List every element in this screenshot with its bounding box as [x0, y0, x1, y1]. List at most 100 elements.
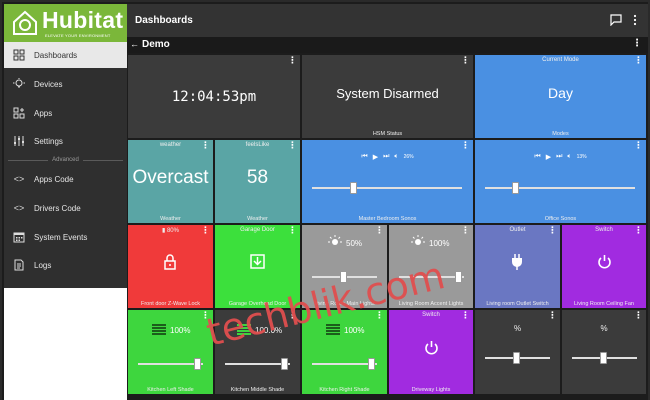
- shade-value: 100%: [344, 326, 365, 335]
- tile-menu-icon[interactable]: ⋮: [375, 226, 384, 235]
- tile-label: Modes: [552, 131, 569, 137]
- tile-label: Master Bedroom Sonos: [358, 216, 417, 222]
- previous-icon[interactable]: ⏮: [534, 153, 540, 161]
- volume-slider-knob[interactable]: [350, 182, 357, 194]
- sidebar-item-logs[interactable]: Logs: [4, 252, 127, 278]
- tile-top-label: Switch: [422, 312, 440, 318]
- tile-label: HSM Status: [372, 131, 403, 137]
- volume-value: 26%: [403, 154, 414, 160]
- sidebar-item-label: Apps: [34, 108, 53, 118]
- sidebar-item-settings[interactable]: Settings: [4, 128, 127, 154]
- sidebar-item-apps-code[interactable]: <> Apps Code: [4, 166, 127, 192]
- tile-label: Living Room Ceiling Fan: [574, 301, 634, 307]
- brand-tagline: ELEVATE YOUR ENVIRONMENT: [45, 33, 111, 38]
- shade-icon: [152, 324, 166, 335]
- shade-slider-knob[interactable]: [194, 358, 201, 370]
- tile-driveway-lights[interactable]: ⋮ Switch Driveway Lights: [389, 310, 473, 394]
- sidebar-item-label: System Events: [34, 232, 88, 242]
- tile-dimmer-1[interactable]: ⋮ %: [475, 310, 560, 394]
- level-slider-knob[interactable]: [600, 352, 607, 364]
- clock-value: 12:04:53pm: [171, 89, 257, 105]
- tile-front-door-lock[interactable]: ⋮ ▮ 80% Front door Z-Wave Lock: [128, 225, 213, 308]
- code-icon: <>: [13, 174, 25, 184]
- calendar-icon: [12, 230, 26, 244]
- shade-value: 100%: [170, 326, 191, 335]
- tile-menu-icon[interactable]: ⋮: [548, 311, 557, 320]
- tile-top-label: Current Mode: [542, 57, 579, 63]
- sidebar-item-drivers-code[interactable]: <> Drivers Code: [4, 195, 127, 221]
- tile-living-room-ceiling-fan[interactable]: ⋮ Switch Living Room Ceiling Fan: [562, 225, 646, 308]
- level-slider-knob[interactable]: [455, 271, 462, 283]
- plug-icon: [512, 254, 522, 270]
- tile-dimmer-2[interactable]: ⋮ %: [562, 310, 646, 394]
- tile-menu-icon[interactable]: ⋮: [461, 56, 470, 65]
- code-icon: <>: [13, 203, 25, 213]
- sidebar-item-label: Drivers Code: [34, 203, 81, 213]
- volume-slider[interactable]: [485, 187, 635, 189]
- sidebar-item-devices[interactable]: Devices: [4, 71, 127, 97]
- tile-master-bedroom-sonos[interactable]: ⋮ ⏮ ▶ ⏭ 🔈︎ 26% Master Bedroom Sonos: [302, 140, 473, 223]
- hubitat-logo[interactable]: Hubitat ELEVATE YOUR ENVIRONMENT: [4, 4, 127, 42]
- tile-label: Kitchen Right Shade: [319, 387, 370, 393]
- sidebar-item-dashboards[interactable]: Dashboards: [4, 42, 127, 68]
- volume-value: 13%: [576, 154, 587, 160]
- tile-hsm-status[interactable]: ⋮ System Disarmed HSM Status: [302, 55, 473, 138]
- level-slider-knob[interactable]: [513, 352, 520, 364]
- tile-menu-icon[interactable]: ⋮: [634, 141, 643, 150]
- tile-living-room-outlet[interactable]: ⋮ Outlet Living room Outlet Switch: [475, 225, 560, 308]
- tile-top-label: feelsLike: [245, 142, 270, 148]
- sidebar-item-apps[interactable]: Apps: [4, 100, 127, 126]
- shade-slider-knob[interactable]: [368, 358, 375, 370]
- tile-menu-icon[interactable]: ⋮: [634, 311, 643, 320]
- tile-office-sonos[interactable]: ⋮ ⏮ ▶ ⏭ 🔈︎ 13% Office Sonos: [475, 140, 646, 223]
- power-icon: [425, 341, 438, 355]
- tile-top-label: %: [513, 324, 522, 333]
- tile-top-label: Outlet: [509, 227, 526, 233]
- dashboard-title: Demo: [142, 39, 170, 50]
- sidebar-item-label: Settings: [34, 136, 63, 146]
- dashboard-bar: ← Demo ⋮: [127, 37, 648, 53]
- tile-weather[interactable]: ⋮ weather Overcast Weather: [128, 140, 213, 223]
- dashboard-grid: ⋮ 12:04:53pm ⋮ System Disarmed HSM Statu…: [127, 54, 648, 400]
- play-icon[interactable]: ▶: [373, 153, 378, 161]
- volume-icon[interactable]: 🔈︎: [394, 153, 398, 161]
- lock-icon: [164, 254, 176, 270]
- volume-icon[interactable]: 🔈︎: [567, 153, 571, 161]
- sidebar-item-label: Devices: [34, 79, 63, 89]
- tile-feels-like[interactable]: ⋮ feelsLike 58 Weather: [215, 140, 300, 223]
- sidebar-empty-area: [4, 288, 127, 400]
- dashboard-menu-icon[interactable]: ⋮: [632, 38, 642, 49]
- tile-label: Driveway Lights: [411, 387, 451, 393]
- volume-slider-knob[interactable]: [512, 182, 519, 194]
- tile-clock[interactable]: ⋮ 12:04:53pm: [128, 55, 300, 138]
- weather-value: Overcast: [132, 167, 209, 188]
- page-title: Dashboards: [135, 15, 193, 26]
- tile-top-label: weather: [159, 142, 182, 148]
- tile-menu-icon[interactable]: ⋮: [461, 141, 470, 150]
- tile-label: Kitchen Left Shade: [147, 387, 194, 393]
- level-value: 100%: [429, 239, 450, 248]
- play-icon[interactable]: ▶: [546, 153, 551, 161]
- bulb-icon: [328, 235, 342, 245]
- volume-slider[interactable]: [312, 187, 462, 189]
- next-icon[interactable]: ⏭: [556, 153, 562, 161]
- battery-percent: 80%: [166, 228, 179, 234]
- tile-kitchen-left-shade[interactable]: ⋮ 100% Kitchen Left Shade: [128, 310, 213, 394]
- tile-menu-icon[interactable]: ⋮: [288, 56, 297, 65]
- tile-label: Kitchen Middle Shade: [230, 387, 285, 393]
- previous-icon[interactable]: ⏮: [361, 153, 367, 161]
- chat-icon[interactable]: [610, 14, 622, 26]
- more-vert-icon[interactable]: [629, 14, 641, 26]
- shade-slider-knob[interactable]: [281, 358, 288, 370]
- tile-modes[interactable]: ⋮ Current Mode Day Modes: [475, 55, 646, 138]
- garage-down-icon: [250, 254, 265, 269]
- top-app-bar: Dashboards: [127, 4, 648, 37]
- document-icon: [12, 258, 26, 272]
- sidebar-item-label: Dashboards: [34, 50, 78, 60]
- next-icon[interactable]: ⏭: [383, 153, 389, 161]
- tile-menu-icon[interactable]: ⋮: [461, 226, 470, 235]
- level-value: 50%: [346, 239, 363, 248]
- sidebar-item-system-events[interactable]: System Events: [4, 224, 127, 250]
- brand-name: Hubitat: [42, 7, 124, 33]
- back-arrow-icon[interactable]: ←: [130, 39, 139, 49]
